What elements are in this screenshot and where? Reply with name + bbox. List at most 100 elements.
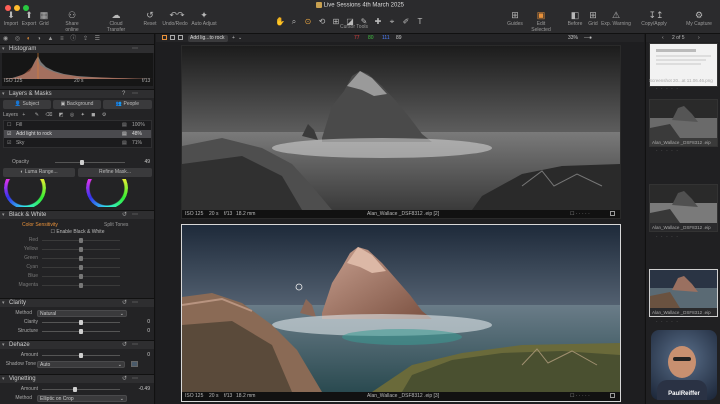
yellow-slider[interactable] [42,247,120,252]
more-icon[interactable]: ⋯ [132,211,138,220]
crop-icon[interactable]: ⊙ [301,17,315,26]
color-sensitivity-tab[interactable]: Color Sensitivity [22,221,58,229]
details-tab-icon[interactable]: ▲ [47,36,53,42]
my-capture-button[interactable]: ⚙ My Capture [680,10,718,32]
radial-tool-icon[interactable]: ◎ [70,112,74,118]
opacity-slider-knob[interactable] [80,160,84,165]
zoom-level[interactable]: 33% [568,34,578,42]
edit-selected-button[interactable]: ▣ Edit Selected [527,10,555,33]
gradient-tool-icon[interactable]: ◩ [59,112,64,118]
structure-slider[interactable] [42,329,120,334]
metadata-tab-icon[interactable]: ⓘ [70,36,76,42]
text-icon[interactable]: T [413,17,427,26]
grid-button[interactable]: ▦ Grid [36,10,52,32]
clarity-slider[interactable] [42,320,120,325]
reset-icon[interactable]: ↺ [122,375,127,384]
more-icon[interactable]: ⋯ [132,299,138,308]
zoom-tool-icon[interactable]: ⌕ [287,17,301,27]
lens-tab-icon[interactable]: ◎ [15,36,20,42]
layer-row[interactable]: ☑ Sky ▤ 71% [4,139,151,147]
before-button[interactable]: ◧ Before [566,10,584,32]
reset-button[interactable]: ↺ Reset [140,10,160,32]
more-icon[interactable]: ⋯ [132,375,138,384]
thumbnail[interactable]: Alan_Wallace _DSF8312 .eip [649,184,718,232]
dehaze-amount-slider[interactable] [42,353,120,358]
dehaze-header[interactable]: ▾ Dehaze ↺ ⋯ [0,340,154,350]
enable-bw-checkbox[interactable]: ☐ Enable Black & White [0,229,154,235]
background-button[interactable]: ▣ Background [53,100,101,109]
color-tag-icon[interactable] [610,393,615,398]
reset-icon[interactable]: ↺ [122,299,127,308]
bw-header[interactable]: ▾ Black & White ↺ ⋯ [0,210,154,220]
picker-icon[interactable]: ⌖ [385,17,399,27]
vignetting-amount-slider-knob[interactable] [73,387,77,392]
shadow-color-wheel[interactable] [4,179,46,207]
guides-button[interactable]: ⊞ Guides [505,10,525,32]
cyan-slider-knob[interactable] [79,265,83,270]
camera-tab-icon[interactable]: ◉ [3,36,8,42]
layer-visibility-icon[interactable]: ☐ [7,121,11,129]
heal-icon[interactable]: ✚ [371,17,385,26]
auto-adjust-button[interactable]: ✦ Auto Adjust [190,10,218,32]
magenta-slider[interactable] [42,283,120,288]
erase-tool-icon[interactable]: ⌫ [45,112,52,118]
rating-dots[interactable]: ☐ · · · · · [570,210,590,218]
copy-apply-button[interactable]: ↧↥ Copy/Apply [640,10,668,32]
more-icon[interactable]: ⋯ [132,90,138,99]
rating-dots[interactable]: · · · · · [656,148,679,154]
adjust-tab-icon[interactable]: ≡ [60,36,64,42]
layer-row[interactable]: ☐ Fill ▤ 100% [4,121,151,129]
thumbnail[interactable]: Alan_Wallace _DSF8312 .eip [649,99,718,147]
mask-view-icon[interactable] [162,35,167,40]
layer-select[interactable]: Add lig...to rock [188,34,228,42]
people-button[interactable]: 👥 People [103,100,152,109]
add-layer-icon[interactable]: + [22,112,25,118]
histogram-header[interactable]: ▾ Histogram ⋯ [0,44,154,53]
options-icon[interactable]: ⚙ [102,112,106,118]
magenta-slider-knob[interactable] [79,283,83,288]
color-tag-icon[interactable] [610,211,615,216]
more-icon[interactable]: ⋯ [132,341,138,350]
rating-dots[interactable]: · · · · · [656,319,679,325]
clarity-header[interactable]: ▾ Clarity ↺ ⋯ [0,298,154,308]
yellow-slider-knob[interactable] [79,247,83,252]
structure-slider-knob[interactable] [79,329,83,334]
share-online-button[interactable]: ⚇ Share online [58,10,86,33]
batch-tab-icon[interactable]: ☰ [95,36,100,42]
thumbnail-selected[interactable]: Alan_Wallace _DSF8312 .eip [649,269,718,317]
cyan-slider[interactable] [42,265,120,270]
highlight-color-wheel[interactable] [86,179,128,207]
rating-dots[interactable]: ☐ · · · · · [570,392,590,400]
import-button[interactable]: ⬇ Import [2,10,20,32]
rotate-icon[interactable]: ⟲ [315,17,329,26]
overlay-icon[interactable] [170,35,175,40]
undo-redo-button[interactable]: ↶↷ Undo/Redo [162,10,188,32]
next-icon[interactable]: › [698,34,700,42]
subject-button[interactable]: 👤 Subject [3,100,51,109]
chevron-down-icon[interactable]: ⌄ [238,34,242,42]
clarity-method-select[interactable]: Natural ⌄ [37,309,127,317]
split-tones-tab[interactable]: Split Tones [104,221,128,229]
zoom-slider-icon[interactable]: —● [584,34,592,42]
fill-tool-icon[interactable]: ◼ [91,112,95,118]
annotate-icon[interactable]: ✐ [399,17,413,26]
green-slider[interactable] [42,256,120,261]
layer-visibility-icon[interactable]: ☑ [7,139,11,147]
shadow-tone-swatch[interactable] [131,361,138,367]
clarity-slider-knob[interactable] [79,320,83,325]
reset-icon[interactable]: ↺ [122,211,127,220]
magic-tool-icon[interactable]: ✦ [81,112,85,118]
reset-icon[interactable]: ↺ [122,341,127,350]
layer-row-selected[interactable]: ☑ Add light to rock ▤ 48% [4,130,151,138]
green-slider-knob[interactable] [79,256,83,261]
viewer-1[interactable]: ISO 125 20 s f/13 18.2 mm Alan_Wallace _… [181,45,621,219]
help-icon[interactable]: ? [122,90,125,99]
vignetting-method-select[interactable]: Elliptic on Crop ⌄ [37,394,127,402]
luma-range-button[interactable]: ◐ Luma Range... [3,168,75,177]
refine-mask-button[interactable]: Refine Mask... [78,168,152,177]
dehaze-amount-slider-knob[interactable] [79,353,83,358]
vignetting-amount-slider[interactable] [42,387,120,392]
layers-header[interactable]: ▾ Layers & Masks ? ⋯ [0,89,154,99]
red-slider-knob[interactable] [79,238,83,243]
output-tab-icon[interactable]: ⇪ [83,36,88,42]
